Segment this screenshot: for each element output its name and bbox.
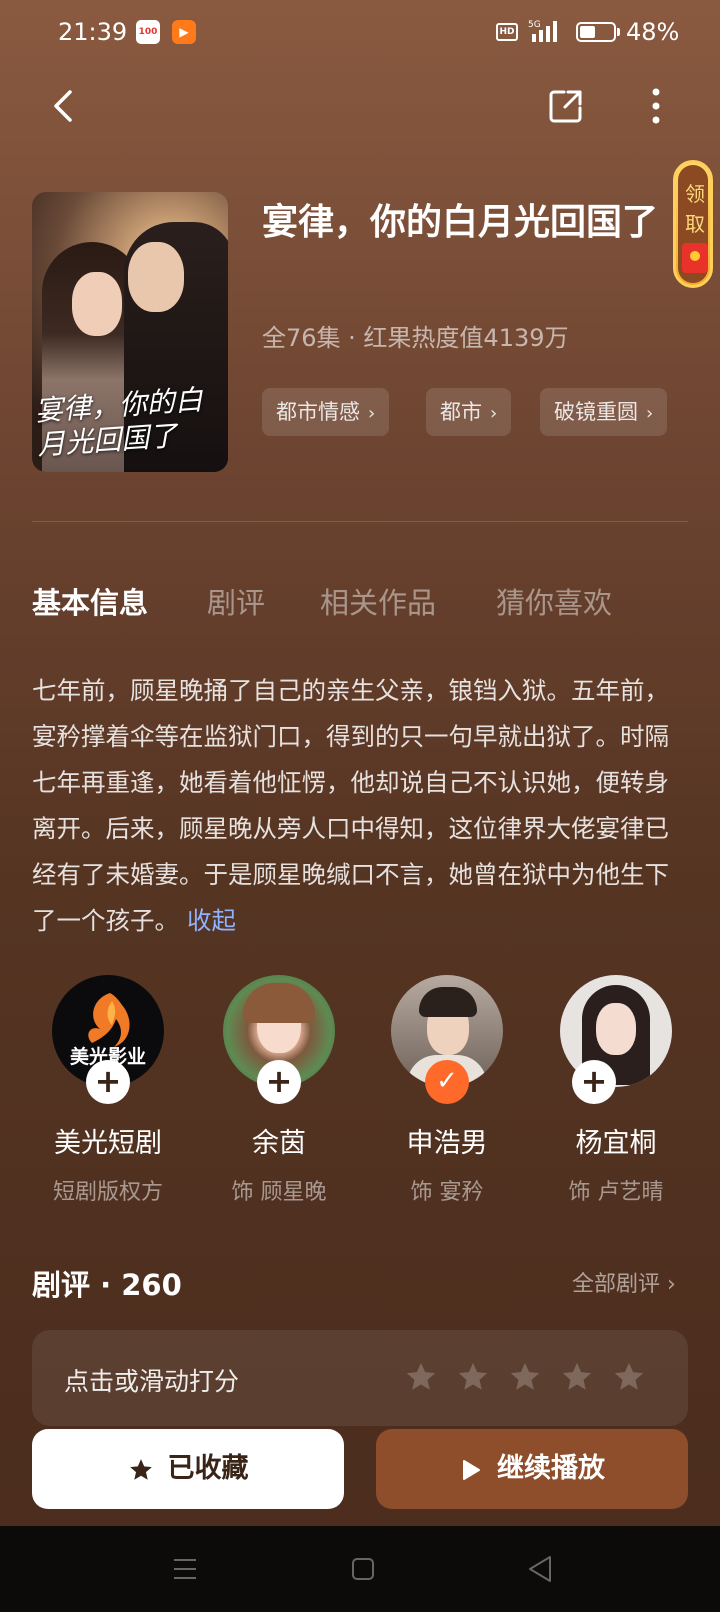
- reward-label: 领取: [685, 182, 705, 236]
- chevron-right-icon: ›: [368, 403, 376, 424]
- cast-role: 短剧版权方: [52, 1180, 163, 1205]
- red-envelope-icon: [682, 243, 708, 273]
- app-notification-icon: 100: [136, 20, 160, 44]
- rating-star-icon[interactable]: [404, 1360, 438, 1394]
- network-type: 5G: [528, 20, 541, 30]
- battery-percent: 48%: [626, 18, 680, 46]
- system-nav-bar: [0, 1526, 720, 1612]
- chevron-right-icon: ›: [660, 1272, 676, 1297]
- home-icon[interactable]: [350, 1556, 376, 1582]
- cast-item-actor-3[interactable]: 杨宜桐 饰 卢艺晴: [541, 975, 691, 1206]
- tag-urban[interactable]: 都市 ›: [426, 388, 512, 436]
- battery-icon: [576, 22, 616, 42]
- continue-play-button[interactable]: 继续播放: [376, 1429, 688, 1509]
- drama-cover[interactable]: 宴律，你的白月光回国了: [32, 192, 228, 472]
- favorite-button[interactable]: 已收藏: [32, 1429, 344, 1509]
- follow-button[interactable]: +: [572, 1060, 616, 1104]
- battery-tip: [617, 28, 620, 36]
- face: [596, 1003, 636, 1055]
- all-reviews-label: 全部剧评: [572, 1272, 661, 1297]
- cast-role: 饰 卢艺晴: [568, 1180, 664, 1205]
- drama-meta: 全76集 · 红果热度值4139万: [262, 324, 569, 352]
- signal-icon: 5G: [528, 20, 557, 42]
- favorite-label: 已收藏: [167, 1453, 249, 1484]
- share-icon[interactable]: [548, 88, 584, 124]
- follow-button[interactable]: +: [257, 1060, 301, 1104]
- hair: [419, 987, 477, 1017]
- tag-urban-romance[interactable]: 都市情感 ›: [262, 388, 390, 436]
- play-icon: [463, 1459, 480, 1480]
- tag-label: 破镜重圆: [554, 400, 638, 424]
- reward-badge[interactable]: 领取: [673, 160, 713, 288]
- tag-label: 都市: [440, 400, 482, 424]
- divider: [32, 521, 688, 522]
- drama-title: 宴律，你的白月光回国了: [262, 202, 659, 243]
- play-label: 继续播放: [497, 1453, 605, 1484]
- tag-reunion[interactable]: 破镜重圆 ›: [540, 388, 668, 436]
- tab-recommendations[interactable]: 猜你喜欢: [496, 580, 612, 622]
- cover-face-woman: [72, 272, 122, 336]
- star-filled-icon: [129, 1458, 152, 1480]
- cover-title-text: 宴律，你的白月光回国了: [33, 383, 204, 462]
- rating-star-icon[interactable]: [612, 1360, 646, 1394]
- cast-name: 余茵: [252, 1128, 306, 1159]
- chevron-right-icon: ›: [490, 403, 498, 424]
- cast-role: 饰 顾星晚: [231, 1180, 327, 1205]
- hd-icon: HD: [496, 23, 518, 41]
- back-nav-icon[interactable]: [526, 1554, 554, 1584]
- rating-star-icon[interactable]: [508, 1360, 542, 1394]
- hair: [243, 983, 315, 1023]
- cast-name: 申浩男: [406, 1128, 488, 1159]
- tab-related-works[interactable]: 相关作品: [320, 580, 436, 622]
- video-app-icon: ▶: [172, 20, 196, 44]
- rating-hint: 点击或滑动打分: [64, 1367, 240, 1396]
- synopsis: 七年前，顾星晚捅了自己的亲生父亲，锒铛入狱。五年前，宴矜撑着伞等在监狱门口，得到…: [32, 668, 692, 944]
- reviews-title: 剧评 · 260: [32, 1268, 182, 1302]
- cast-role: 饰 宴矜: [410, 1180, 484, 1205]
- menu-icon[interactable]: [172, 1556, 198, 1582]
- more-icon[interactable]: [636, 86, 676, 126]
- collapse-link[interactable]: 收起: [187, 906, 236, 935]
- cast-name: 美光短剧: [54, 1128, 162, 1159]
- rating-star-icon[interactable]: [560, 1360, 594, 1394]
- cover-face-man: [128, 242, 184, 312]
- follow-button[interactable]: +: [86, 1060, 130, 1104]
- rating-star-icon[interactable]: [456, 1360, 490, 1394]
- all-reviews-link[interactable]: 全部剧评 ›: [572, 1266, 676, 1298]
- chevron-right-icon: ›: [646, 403, 654, 424]
- cast-name: 杨宜桐: [575, 1128, 657, 1159]
- tag-label: 都市情感: [276, 400, 360, 424]
- tab-basic-info[interactable]: 基本信息: [32, 580, 148, 622]
- synopsis-text: 七年前，顾星晚捅了自己的亲生父亲，锒铛入狱。五年前，宴矜撑着伞等在监狱门口，得到…: [32, 676, 669, 935]
- status-time: 21:39: [58, 18, 128, 46]
- tab-reviews[interactable]: 剧评: [207, 580, 265, 622]
- followed-check-icon[interactable]: ✓: [425, 1060, 469, 1104]
- back-icon[interactable]: [44, 86, 84, 126]
